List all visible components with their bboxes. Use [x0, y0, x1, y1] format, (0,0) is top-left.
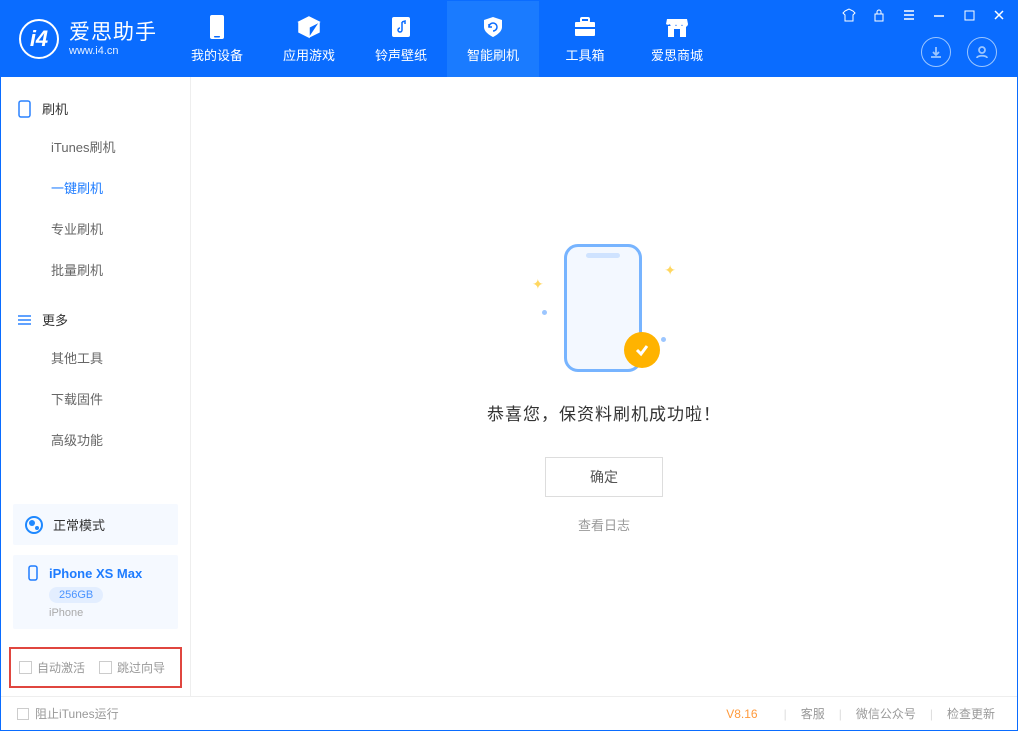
tab-label: 铃声壁纸	[375, 45, 427, 64]
shirt-icon[interactable]	[841, 7, 857, 23]
success-illustration: ✦ ✦	[524, 240, 684, 380]
sidebar-section-more: 更多	[1, 302, 190, 337]
view-log-link[interactable]: 查看日志	[578, 515, 630, 534]
lock-icon[interactable]	[871, 7, 887, 23]
sidebar: 刷机 iTunes刷机 一键刷机 专业刷机 批量刷机 更多 其他工具 下载固件 …	[1, 77, 191, 696]
tab-label: 应用游戏	[283, 45, 335, 64]
sparkle-icon: ✦	[532, 276, 544, 293]
section-label: 刷机	[42, 99, 68, 118]
checkbox-label: 阻止iTunes运行	[35, 705, 119, 722]
mode-label: 正常模式	[53, 515, 105, 534]
device-capacity: 256GB	[49, 587, 103, 603]
shield-refresh-icon	[480, 14, 506, 40]
tab-apps-games[interactable]: 应用游戏	[263, 1, 355, 77]
menu-icon[interactable]	[901, 7, 917, 23]
mode-icon	[25, 516, 43, 534]
sidebar-item-itunes-flash[interactable]: iTunes刷机	[1, 126, 190, 167]
checkbox-skip-guide[interactable]: 跳过向导	[99, 659, 165, 676]
tab-label: 工具箱	[565, 45, 604, 64]
sidebar-item-advanced[interactable]: 高级功能	[1, 419, 190, 460]
tab-toolbox[interactable]: 工具箱	[539, 1, 631, 77]
tab-smart-flash[interactable]: 智能刷机	[447, 1, 539, 77]
minimize-icon[interactable]	[931, 7, 947, 23]
tab-my-device[interactable]: 我的设备	[171, 1, 263, 77]
body: 刷机 iTunes刷机 一键刷机 专业刷机 批量刷机 更多 其他工具 下载固件 …	[1, 77, 1017, 696]
download-button[interactable]	[921, 37, 951, 67]
checkbox-icon	[17, 708, 29, 720]
support-link[interactable]: 客服	[795, 705, 831, 722]
cube-icon	[296, 14, 322, 40]
tab-label: 智能刷机	[467, 45, 519, 64]
store-icon	[664, 14, 690, 40]
window-controls	[841, 7, 1007, 23]
section-label: 更多	[42, 310, 68, 329]
phone-small-icon	[25, 565, 41, 581]
separator: |	[922, 707, 941, 721]
sidebar-item-download-firmware[interactable]: 下载固件	[1, 378, 190, 419]
tab-store[interactable]: 爱思商城	[631, 1, 723, 77]
options-row-highlighted: 自动激活 跳过向导	[9, 647, 182, 688]
check-update-link[interactable]: 检查更新	[941, 705, 1001, 722]
tab-label: 我的设备	[191, 45, 243, 64]
header-tabs: 我的设备 应用游戏 铃声壁纸 智能刷机 工具箱 爱思商城	[171, 1, 723, 77]
tab-label: 爱思商城	[651, 45, 703, 64]
list-icon	[17, 313, 32, 327]
dot-icon	[542, 310, 547, 315]
checkbox-icon	[99, 661, 112, 674]
checkbox-block-itunes[interactable]: 阻止iTunes运行	[17, 705, 119, 722]
brand: i4 爱思助手 www.i4.cn	[1, 1, 171, 77]
brand-title: 爱思助手	[69, 21, 157, 44]
sidebar-item-batch-flash[interactable]: 批量刷机	[1, 249, 190, 290]
header-right-actions	[921, 37, 997, 67]
sidebar-item-pro-flash[interactable]: 专业刷机	[1, 208, 190, 249]
sparkle-icon: ✦	[664, 262, 676, 279]
app-window: i4 爱思助手 www.i4.cn 我的设备 应用游戏 铃声壁纸 智能刷机	[0, 0, 1018, 731]
checkbox-label: 自动激活	[37, 659, 85, 676]
content-area: ✦ ✦ 恭喜您，保资料刷机成功啦！ 确定 查看日志	[191, 77, 1017, 696]
sidebar-item-oneclick-flash[interactable]: 一键刷机	[1, 167, 190, 208]
wechat-link[interactable]: 微信公众号	[850, 705, 922, 722]
device-icon	[17, 100, 32, 118]
sidebar-item-other-tools[interactable]: 其他工具	[1, 337, 190, 378]
brand-text: 爱思助手 www.i4.cn	[69, 21, 157, 56]
separator: |	[831, 707, 850, 721]
header: i4 爱思助手 www.i4.cn 我的设备 应用游戏 铃声壁纸 智能刷机	[1, 1, 1017, 77]
maximize-icon[interactable]	[961, 7, 977, 23]
success-message: 恭喜您，保资料刷机成功啦！	[487, 400, 721, 425]
separator: |	[776, 707, 795, 721]
tab-ringtone-wallpaper[interactable]: 铃声壁纸	[355, 1, 447, 77]
checkmark-badge-icon	[624, 332, 660, 368]
ok-button[interactable]: 确定	[545, 457, 663, 497]
checkbox-auto-activate[interactable]: 自动激活	[19, 659, 85, 676]
phone-icon	[204, 14, 230, 40]
close-icon[interactable]	[991, 7, 1007, 23]
device-subtitle: iPhone	[49, 607, 166, 619]
dot-icon	[661, 337, 666, 342]
version-label: V8.16	[726, 707, 757, 721]
music-note-icon	[388, 14, 414, 40]
account-button[interactable]	[967, 37, 997, 67]
checkbox-label: 跳过向导	[117, 659, 165, 676]
brand-url: www.i4.cn	[69, 45, 157, 57]
device-name: iPhone XS Max	[49, 566, 142, 581]
footer: 阻止iTunes运行 V8.16 | 客服 | 微信公众号 | 检查更新	[1, 696, 1017, 730]
sidebar-section-flash: 刷机	[1, 91, 190, 126]
briefcase-icon	[572, 14, 598, 40]
mode-box[interactable]: 正常模式	[13, 504, 178, 545]
brand-logo-icon: i4	[19, 19, 59, 59]
device-box[interactable]: iPhone XS Max 256GB iPhone	[13, 555, 178, 629]
checkbox-icon	[19, 661, 32, 674]
